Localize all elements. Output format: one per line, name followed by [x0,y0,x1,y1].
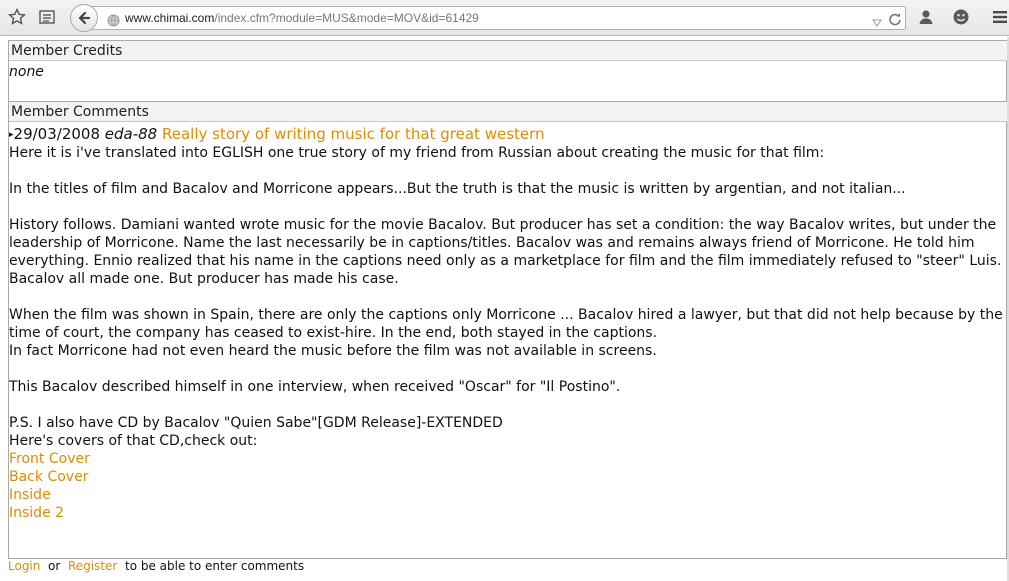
back-button[interactable] [70,4,98,32]
comment-title: Really story of writing music for that g… [162,125,545,143]
menu-icon[interactable] [990,7,1009,27]
inside-link[interactable]: Inside [9,486,1007,504]
reading-list-icon[interactable] [37,7,57,27]
comment-paragraph: Here it is i've translated into EGLISH o… [9,145,825,161]
globe-icon [107,12,120,31]
back-cover-link[interactable]: Back Cover [9,468,1007,486]
login-link[interactable]: Login [8,559,40,573]
comment-paragraph: When the film was shown in Spain, there … [9,307,1003,341]
dropdown-arrow-icon[interactable] [871,13,883,32]
login-prompt-suffix: to be able to enter comments [124,559,305,573]
front-cover-link[interactable]: Front Cover [9,450,1007,468]
smiley-icon[interactable] [951,7,971,27]
inside-2-link[interactable]: Inside 2 [9,504,1007,522]
comment-paragraph: In fact Morricone had not even heard the… [9,343,657,359]
browser-toolbar: www.chimai.com/index.cfm?module=MUS&mode… [0,0,1009,36]
comment-paragraph: History follows. Damiani wanted wrote mu… [9,217,1002,287]
url-bar[interactable]: www.chimai.com/index.cfm?module=MUS&mode… [84,6,906,30]
url-domain: www.chimai.com [125,11,215,25]
url-text: www.chimai.com/index.cfm?module=MUS&mode… [125,11,479,25]
comment-paragraph: In the titles of film and Bacalov and Mo… [9,181,906,197]
comment-login-prompt: Login or Register to be able to enter co… [8,559,304,573]
back-arrow-icon [78,11,91,25]
comment-author: eda-88 [104,125,158,143]
member-credits-heading: Member Credits [9,40,1007,61]
reload-icon[interactable] [888,11,902,30]
comment-date: 29/03/2008 [13,125,100,143]
member-comments-heading: Member Comments [9,101,1007,122]
movie-member-panel: Member Credits none Member Comments ▸29/… [8,40,1007,559]
or-text: or [48,559,61,573]
comment-paragraph: Here's covers of that CD,check out: [9,433,258,449]
comment-paragraph: This Bacalov described himself in one in… [9,379,621,395]
user-icon[interactable] [916,7,936,27]
url-path: /index.cfm?module=MUS&mode=MOV&id=61429 [214,11,479,25]
star-icon[interactable] [7,7,27,27]
comment-meta: ▸29/03/2008 eda-88 Really story of writi… [9,125,1007,144]
member-credits-value: none [9,64,44,80]
register-link[interactable]: Register [68,559,117,573]
comment-paragraph: P.S. I also have CD by Bacalov "Quien Sa… [9,415,503,431]
comment-item: ▸29/03/2008 eda-88 Really story of writi… [9,125,1007,522]
